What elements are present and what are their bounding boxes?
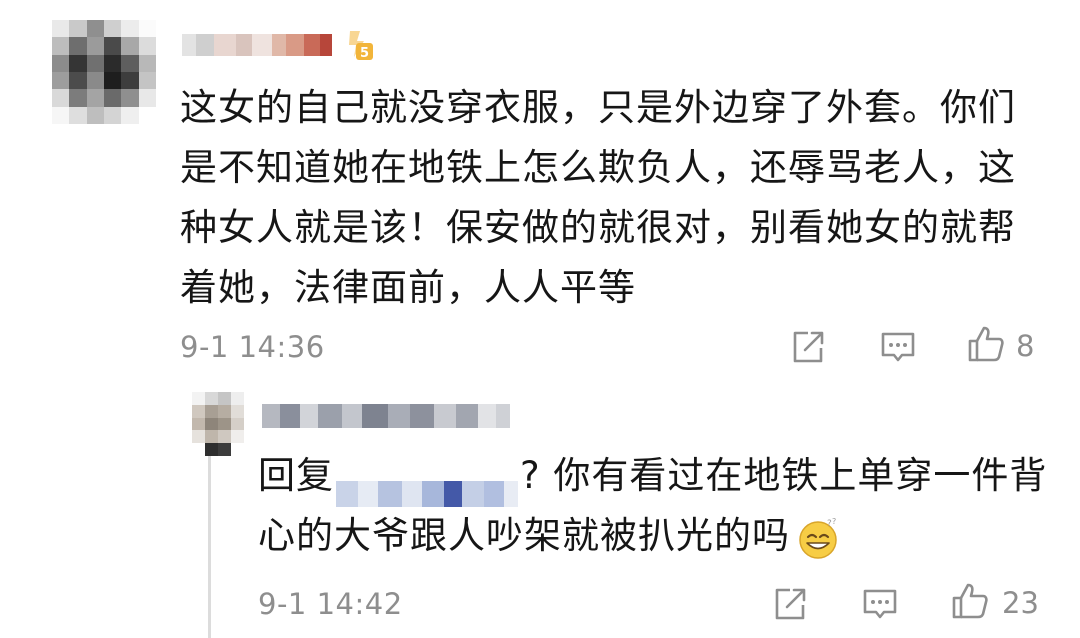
comment-timestamp: 9-1 14:36 — [180, 330, 325, 364]
reply-thread-line — [208, 456, 211, 638]
grinning-emoji-icon: ? ? — [799, 517, 837, 559]
reply-avatar-blurred[interactable] — [192, 392, 244, 456]
mention-blurred[interactable] — [336, 465, 518, 507]
thumbs-up-icon[interactable] — [966, 324, 1006, 364]
reply-like-count: 23 — [1002, 586, 1039, 620]
avatar-blurred[interactable] — [52, 20, 156, 124]
reply-prefix: 回复 — [258, 454, 334, 497]
reply-comment-icon[interactable] — [860, 584, 900, 624]
reply-username-blurred[interactable] — [262, 402, 510, 430]
reply-meta-row: 9-1 14:42 — [258, 584, 403, 624]
comment-meta-row: 9-1 14:36 — [180, 327, 325, 367]
svg-text:?: ? — [832, 517, 837, 526]
comment-body: 这女的自己就没穿衣服，只是外边穿了外套。你们是不知道她在地铁上怎么欺负人，还辱骂… — [180, 86, 1016, 309]
reply-body: 回复? 你有看过在地铁上单穿一件背心的大爷跟人吵架就被扒光的吗 ? ? — [258, 446, 1048, 566]
username-blurred[interactable] — [182, 32, 332, 58]
like-count: 8 — [1016, 329, 1035, 363]
share-icon[interactable] — [788, 327, 828, 367]
vip-level-badge-icon: 5 — [349, 31, 373, 61]
reply-thumbs-up-icon[interactable] — [950, 581, 990, 621]
comment-icon[interactable] — [878, 327, 918, 367]
vip-level-text: 5 — [360, 46, 369, 61]
reply-share-icon[interactable] — [770, 584, 810, 624]
reply-timestamp: 9-1 14:42 — [258, 587, 403, 621]
